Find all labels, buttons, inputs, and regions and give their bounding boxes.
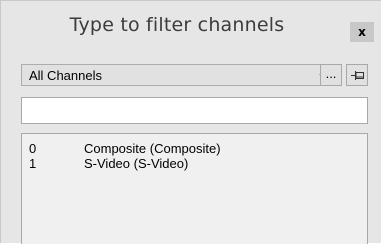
channel-filter-input[interactable] [21, 97, 368, 124]
channel-row[interactable]: 1 S-Video (S-Video) [22, 156, 367, 172]
pin-button[interactable] [346, 64, 368, 86]
window-title: Type to filter channels [69, 14, 285, 36]
channel-row[interactable]: 0 Composite (Composite) [22, 141, 367, 157]
channel-name: Composite (Composite) [84, 141, 221, 156]
filter-channels-window: Type to filter channels x All Channels .… [0, 0, 381, 244]
pin-icon [351, 71, 364, 80]
title-bar[interactable]: Type to filter channels x [1, 1, 381, 51]
channel-index: 1 [29, 156, 37, 171]
ellipsis-label: ... [325, 66, 337, 81]
close-button[interactable]: x [350, 22, 374, 42]
more-options-button[interactable]: ... [320, 64, 342, 86]
channel-name: S-Video (S-Video) [84, 156, 189, 171]
channel-index: 0 [29, 141, 37, 156]
dropdown-selected-value: All Channels [29, 68, 102, 83]
channel-group-dropdown[interactable]: All Channels [21, 64, 337, 86]
channel-list[interactable]: 0 Composite (Composite) 1 S-Video (S-Vid… [21, 133, 368, 244]
